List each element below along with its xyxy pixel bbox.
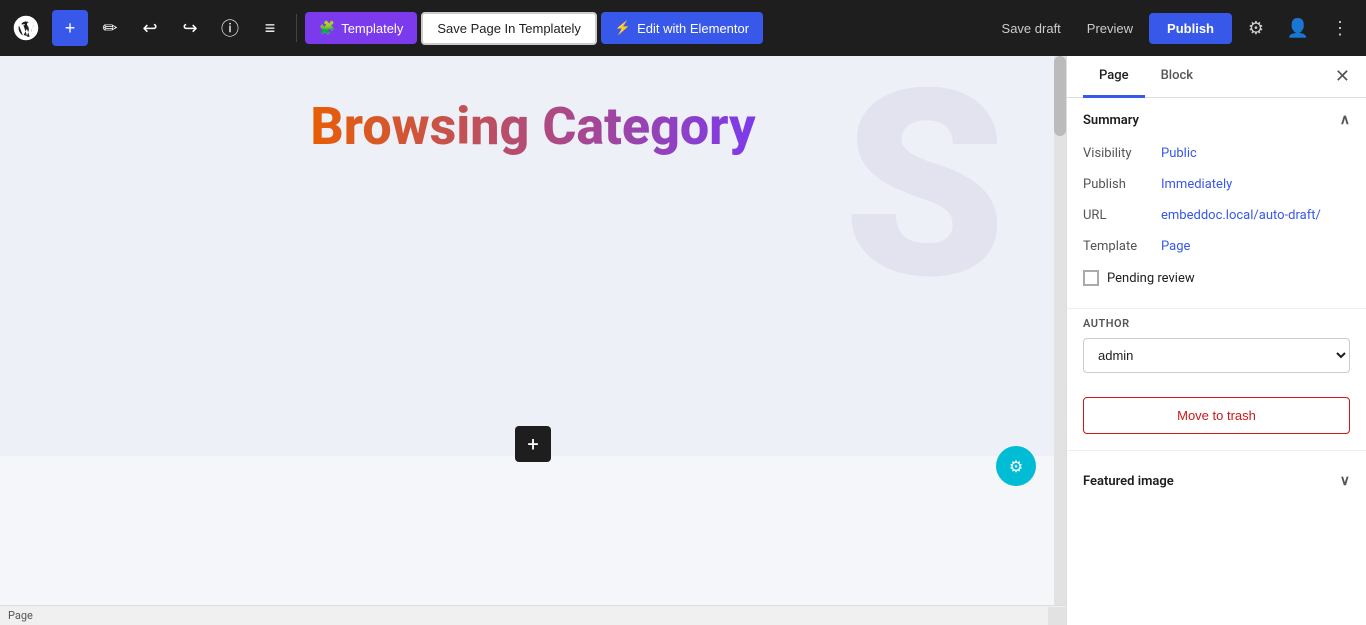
visibility-label: Visibility	[1083, 146, 1153, 161]
settings-button[interactable]: ⚙	[1238, 10, 1274, 46]
featured-image-header[interactable]: Featured image ∨	[1083, 459, 1350, 503]
pencil-icon: ✏	[102, 18, 117, 39]
canvas: S Browsing Category + ⚙	[0, 56, 1066, 625]
toolbar-right: Save draft Preview Publish ⚙ 👤 ⋮	[992, 10, 1358, 46]
templately-icon: 🧩	[319, 20, 335, 36]
visibility-row: Visibility Public	[1083, 138, 1350, 169]
summary-section: Summary ∧ Visibility Public Publish Imme…	[1067, 98, 1366, 300]
sidebar: Page Block ✕ Summary ∧ Visibility Public…	[1066, 56, 1366, 625]
summary-title: Summary	[1083, 113, 1139, 128]
publish-button[interactable]: Publish	[1149, 13, 1232, 44]
elementor-label: Edit with Elementor	[637, 21, 749, 36]
templately-button[interactable]: 🧩 Templately	[305, 12, 417, 44]
author-select[interactable]: admin	[1083, 338, 1350, 373]
menu-button[interactable]: ≡	[252, 10, 288, 46]
elementor-circle-icon: ⚙	[1009, 457, 1023, 476]
move-trash-label: Move to trash	[1177, 408, 1256, 423]
featured-image-label: Featured image	[1083, 474, 1174, 489]
elementor-button[interactable]: ⚡ Edit with Elementor	[601, 12, 763, 44]
canvas-status-bar: Page	[0, 605, 1066, 625]
author-section: AUTHOR admin	[1067, 317, 1366, 389]
undo-button[interactable]: ↩	[132, 10, 168, 46]
elementor-icon: ⚡	[615, 20, 631, 36]
add-icon-canvas: +	[527, 432, 538, 456]
canvas-scrollbar-vertical[interactable]	[1054, 56, 1066, 607]
redo-button[interactable]: ↪	[172, 10, 208, 46]
page-title: Browsing Category	[310, 96, 755, 157]
add-icon: +	[65, 18, 76, 39]
preview-label: Preview	[1087, 21, 1133, 36]
save-draft-label: Save draft	[1002, 21, 1061, 36]
save-templately-label: Save Page In Templately	[437, 21, 581, 36]
user-button[interactable]: 👤	[1280, 10, 1316, 46]
publish-row: Publish Immediately	[1083, 169, 1350, 200]
publish-label: Publish	[1083, 177, 1153, 192]
summary-header[interactable]: Summary ∧	[1083, 98, 1350, 138]
sidebar-tabs: Page Block ✕	[1067, 56, 1366, 98]
templately-label: Templately	[341, 21, 403, 36]
save-draft-button[interactable]: Save draft	[992, 15, 1071, 42]
url-label: URL	[1083, 208, 1153, 223]
info-button[interactable]: ⓘ	[212, 10, 248, 46]
pending-review-row: Pending review	[1083, 262, 1350, 300]
preview-button[interactable]: Preview	[1077, 15, 1143, 42]
menu-icon: ≡	[265, 18, 276, 39]
toolbar-divider	[296, 14, 297, 42]
page-title-block[interactable]: Browsing Category	[310, 96, 755, 157]
more-icon: ⋮	[1331, 18, 1349, 39]
featured-image-chevron: ∨	[1340, 473, 1350, 489]
url-value[interactable]: embeddoc.local/auto-draft/	[1161, 208, 1321, 223]
visibility-value[interactable]: Public	[1161, 146, 1197, 161]
pending-review-checkbox[interactable]	[1083, 270, 1099, 286]
sidebar-close-button[interactable]: ✕	[1335, 56, 1350, 97]
tab-page[interactable]: Page	[1083, 56, 1145, 98]
sidebar-divider-2	[1067, 450, 1366, 451]
publish-label: Publish	[1167, 21, 1214, 36]
publish-value[interactable]: Immediately	[1161, 177, 1232, 192]
more-options-button[interactable]: ⋮	[1322, 10, 1358, 46]
template-value[interactable]: Page	[1161, 239, 1190, 254]
page-content: S Browsing Category	[0, 56, 1066, 456]
settings-icon: ⚙	[1248, 18, 1264, 39]
wp-logo	[8, 10, 44, 46]
summary-chevron: ∧	[1340, 112, 1350, 128]
tools-button[interactable]: ✏	[92, 10, 128, 46]
undo-icon: ↩	[142, 18, 157, 39]
canvas-scrollbar-v-thumb[interactable]	[1054, 56, 1066, 136]
url-row: URL embeddoc.local/auto-draft/	[1083, 200, 1350, 231]
canvas-content: S Browsing Category + ⚙	[0, 56, 1066, 625]
featured-image-section: Featured image ∨	[1067, 459, 1366, 503]
tab-block[interactable]: Block	[1145, 56, 1209, 98]
sidebar-divider-1	[1067, 308, 1366, 309]
add-block-button[interactable]: +	[52, 10, 88, 46]
user-icon: 👤	[1287, 18, 1309, 39]
background-watermark: S	[843, 56, 1006, 316]
scrollbar-corner	[1048, 607, 1066, 625]
template-row: Template Page	[1083, 231, 1350, 262]
add-block-button-canvas[interactable]: +	[515, 426, 551, 462]
save-templately-button[interactable]: Save Page In Templately	[421, 12, 597, 45]
pending-review-label: Pending review	[1107, 271, 1195, 286]
template-label: Template	[1083, 239, 1153, 254]
info-icon: ⓘ	[221, 15, 239, 41]
redo-icon: ↪	[182, 18, 197, 39]
toolbar: + ✏ ↩ ↪ ⓘ ≡ 🧩 Templately Save Page In Te…	[0, 0, 1366, 56]
elementor-circle-button[interactable]: ⚙	[996, 446, 1036, 486]
main: S Browsing Category + ⚙	[0, 56, 1366, 625]
author-section-label: AUTHOR	[1083, 317, 1350, 330]
status-label: Page	[8, 609, 33, 622]
move-to-trash-button[interactable]: Move to trash	[1083, 397, 1350, 434]
